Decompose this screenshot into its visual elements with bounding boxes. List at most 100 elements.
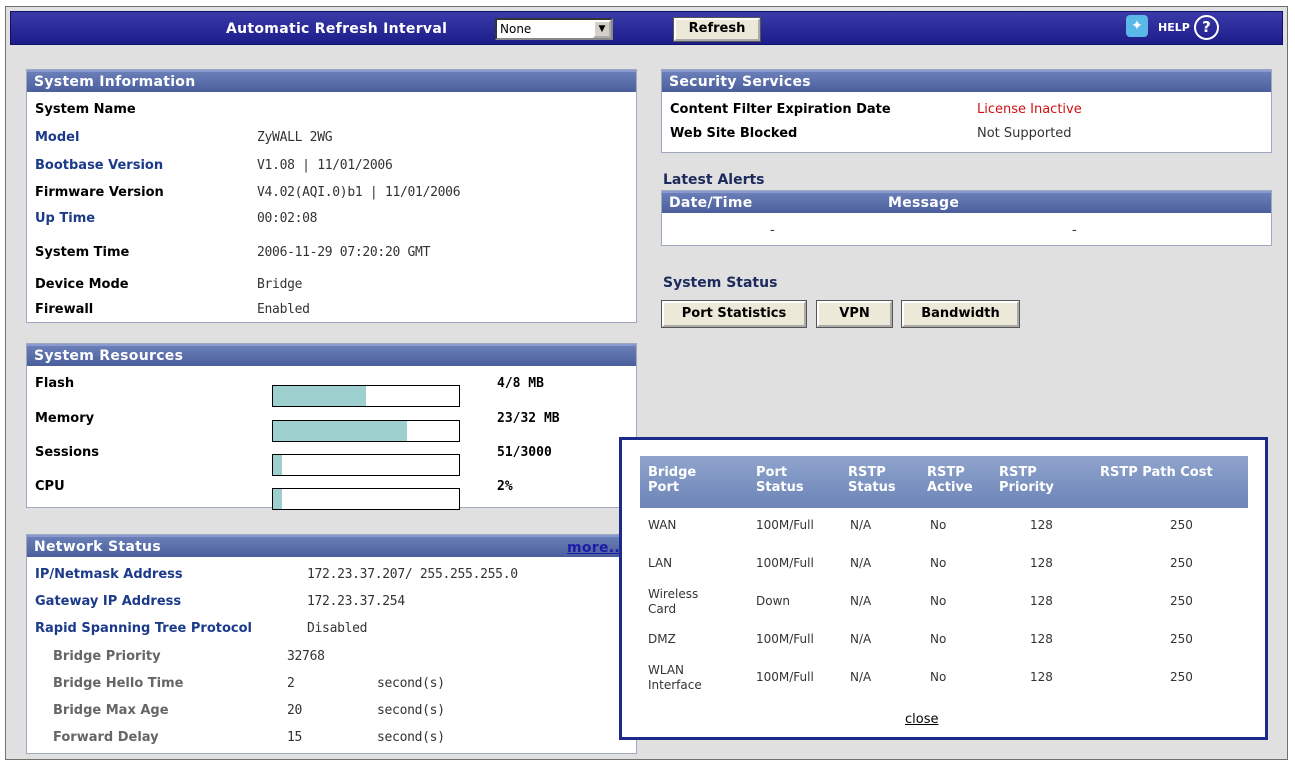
bridge-port-cell: DMZ	[648, 632, 676, 646]
resource-usage-fill	[273, 455, 283, 475]
refresh-interval-value: None	[500, 22, 532, 36]
system-info-value: ZyWALL 2WG	[257, 130, 333, 145]
network-status-unit: second(s)	[377, 703, 445, 718]
table-row: WAN 100M/Full N/A No 128 250	[640, 508, 1248, 546]
system-info-label: Bootbase Version	[35, 158, 164, 173]
table-row: WLAN Interface 100M/Full N/A No 128 250	[640, 660, 1248, 698]
bridge-port-table-header: Bridge Port Port Status RSTP Status RSTP…	[640, 456, 1248, 508]
col-rstp-priority: RSTP Priority	[999, 465, 1054, 495]
resource-value: 4/8 MB	[497, 376, 544, 391]
system-information-panel: System Information System Name Model ZyWAL…	[26, 69, 637, 323]
col-port-status: Port Status	[756, 465, 804, 495]
refresh-button[interactable]: Refresh	[673, 17, 761, 42]
help-area[interactable]: ✦ HELP ?	[1126, 15, 1246, 41]
alert-message-cell: -	[1072, 223, 1077, 238]
system-info-label: Device Mode	[35, 277, 129, 292]
bandwidth-button[interactable]: Bandwidth	[901, 300, 1020, 328]
rstp-status-cell: N/A	[850, 670, 872, 684]
help-icon[interactable]: ?	[1194, 15, 1219, 40]
resource-label: CPU	[35, 479, 65, 494]
site-blocked-value: Not Supported	[977, 126, 1072, 141]
rstp-status-cell: N/A	[850, 518, 872, 532]
rstp-priority-cell: 128	[1030, 594, 1053, 608]
port-status-cell: 100M/Full	[756, 670, 814, 684]
alerts-col-message: Message	[888, 195, 960, 211]
rstp-priority-cell: 128	[1030, 518, 1053, 532]
system-resources-panel: System Resources Flash 4/8 MB Memory 23/32 …	[26, 343, 637, 510]
resource-usage-bar	[272, 420, 460, 442]
chevron-down-icon[interactable]: ▼	[593, 20, 611, 38]
rstp-path-cost-cell: 250	[1170, 556, 1193, 570]
network-status-panel: Network Status more... IP/Netmask Addres…	[26, 534, 637, 754]
security-services-panel: Security Services Content Filter Expirat…	[661, 69, 1272, 153]
rstp-active-cell: No	[930, 632, 947, 646]
resource-label: Sessions	[35, 445, 100, 460]
port-statistics-button[interactable]: Port Statistics	[661, 300, 807, 328]
alert-datetime-cell: -	[770, 223, 775, 238]
bridge-port-rows: WAN 100M/Full N/A No 128 250 LAN 100M/Full N/A No…	[640, 508, 1248, 698]
top-toolbar: Automatic Refresh Interval None ▼ Refres…	[10, 11, 1283, 45]
network-status-value: 20	[287, 703, 303, 718]
network-status-unit: second(s)	[377, 676, 445, 691]
system-info-label: Firmware Version	[35, 185, 164, 200]
network-status-label: Gateway IP Address	[35, 594, 182, 609]
system-information-title: System Information	[27, 70, 636, 92]
port-status-cell: 100M/Full	[756, 518, 814, 532]
rstp-status-cell: N/A	[850, 594, 872, 608]
network-status-label: Forward Delay	[53, 730, 159, 745]
wizard-icon[interactable]: ✦	[1126, 15, 1148, 37]
security-service-label: Content Filter Expiration Date	[670, 102, 891, 117]
network-status-value: Disabled	[307, 621, 368, 636]
system-info-value: V4.02(AQI.0)b1 | 11/01/2006	[257, 185, 461, 200]
refresh-interval-label: Automatic Refresh Interval	[226, 21, 448, 37]
system-info-label: System Time	[35, 245, 130, 260]
system-info-value: Bridge	[257, 277, 303, 292]
rstp-path-cost-cell: 250	[1170, 670, 1193, 684]
help-label[interactable]: HELP	[1158, 21, 1190, 34]
system-info-value: 00:02:08	[257, 211, 318, 226]
vpn-button[interactable]: VPN	[816, 300, 893, 328]
rstp-status-cell: N/A	[850, 632, 872, 646]
latest-alerts-header: Date/Time Message	[662, 191, 1271, 213]
network-status-unit: second(s)	[377, 730, 445, 745]
rstp-active-cell: No	[930, 594, 947, 608]
resource-label: Flash	[35, 376, 75, 391]
resource-label: Memory	[35, 411, 95, 426]
network-status-label: Bridge Hello Time	[53, 676, 184, 691]
more-link[interactable]: more...	[567, 540, 626, 556]
col-rstp-path-cost: RSTP Path Cost	[1100, 465, 1213, 480]
resource-value: 23/32 MB	[497, 411, 560, 426]
resource-value: 2%	[497, 479, 513, 494]
bridge-port-cell: WLAN Interface	[648, 663, 702, 692]
resource-value: 51/3000	[497, 445, 552, 460]
refresh-interval-select[interactable]: None ▼	[495, 18, 613, 40]
system-resources-title: System Resources	[27, 344, 636, 366]
system-info-label: Firewall	[35, 302, 94, 317]
system-status-title: System Status	[663, 275, 778, 291]
security-service-label: Web Site Blocked	[670, 126, 798, 141]
close-link[interactable]: close	[905, 712, 938, 727]
col-bridge-port: Bridge Port	[648, 465, 697, 495]
resource-usage-bar	[272, 488, 460, 510]
resource-usage-fill	[273, 421, 407, 441]
rstp-active-cell: No	[930, 670, 947, 684]
rstp-priority-cell: 128	[1030, 632, 1053, 646]
rstp-priority-cell: 128	[1030, 670, 1053, 684]
network-status-value: 2	[287, 676, 295, 691]
network-status-label: Rapid Spanning Tree Protocol	[35, 621, 252, 636]
network-status-value: 32768	[287, 649, 325, 664]
rstp-path-cost-cell: 250	[1170, 518, 1193, 532]
resource-usage-bar	[272, 385, 460, 407]
bridge-port-table: Bridge Port Port Status RSTP Status RSTP…	[640, 456, 1248, 698]
rstp-path-cost-cell: 250	[1170, 632, 1193, 646]
network-status-value: 15	[287, 730, 303, 745]
system-info-value: V1.08 | 11/01/2006	[257, 158, 393, 173]
network-status-label: Bridge Max Age	[53, 703, 169, 718]
system-info-value: 2006-11-29 07:20:20 GMT	[257, 245, 431, 260]
system-info-label: Model	[35, 130, 80, 145]
table-row: DMZ 100M/Full N/A No 128 250	[640, 622, 1248, 660]
port-status-cell: Down	[756, 594, 791, 608]
latest-alerts-title: Latest Alerts	[663, 172, 765, 188]
rstp-active-cell: No	[930, 518, 947, 532]
network-status-value: 172.23.37.254	[307, 594, 405, 609]
